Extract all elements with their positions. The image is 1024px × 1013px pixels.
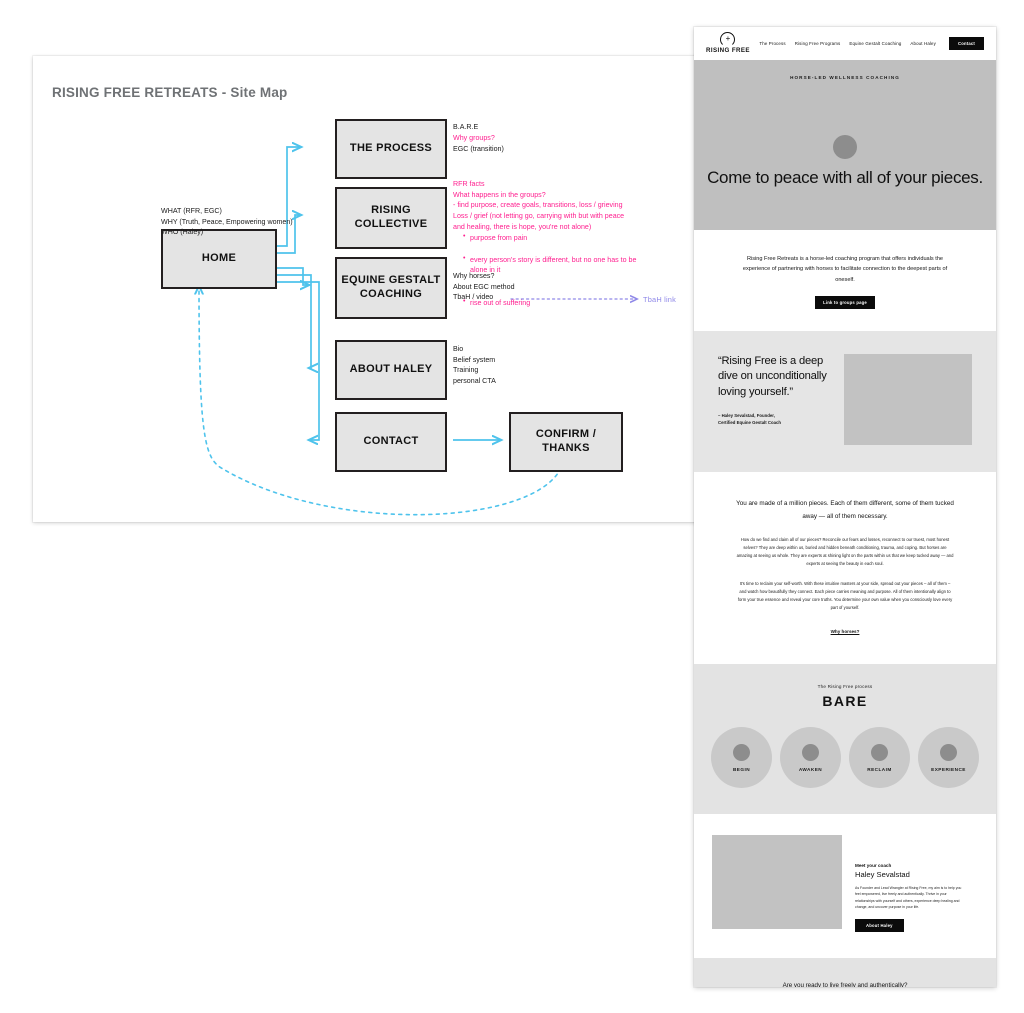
node-label: HOME [201,252,237,265]
process-step-reclaim[interactable]: RECLAIM [849,727,910,789]
process-step-begin[interactable]: BEGIN [711,727,772,789]
sitemap-node-the-process[interactable]: THE PROCESS [335,119,447,179]
step-label: BEGIN [732,766,751,772]
logo-header[interactable]: RISING FREE [706,32,750,54]
website-mockup: RISING FREE The Process Rising Free Prog… [694,27,996,987]
story-paragraph-1: How do we find and claim all of our piec… [736,537,954,566]
step-label: EXPERIENCE [931,766,966,772]
process-section: The Rising Free process BARE BEGIN AWAKE… [694,664,996,815]
node-label: ABOUT HALEY [349,363,433,376]
step-icon [802,743,819,761]
intro-copy: Rising Free Retreats is a horse-led coac… [742,256,948,283]
process-step-experience[interactable]: EXPERIENCE [918,727,979,789]
coach-eyebrow: Meet your coach [855,863,892,869]
quote-section: “Rising Free is a deep dive on unconditi… [694,331,996,473]
hero-placeholder-orb [833,135,857,159]
nav-item-about-haley[interactable]: About Haley [910,41,936,46]
story-paragraph-2: It's time to reclaim your self-worth. Wi… [737,581,953,610]
quote-text: “Rising Free is a deep dive on unconditi… [718,355,827,398]
nav-contact-button[interactable]: Contact [949,37,984,50]
step-icon [733,743,750,761]
primary-nav: The Process Rising Free Programs Equine … [759,37,984,50]
process-title: BARE [822,693,868,710]
intro-section: Rising Free Retreats is a horse-led coac… [694,230,996,332]
coach-copy: As Founder and Lead Wrangler at Rising F… [855,886,962,909]
process-annotation-line3: EGC (transition) [453,145,504,153]
process-annotation-line2: Why groups? [453,134,495,142]
story-section: You are made of a million pieces. Each o… [694,472,996,665]
quote-image-placeholder [844,354,972,446]
story-lede: You are made of a million pieces. Each o… [736,500,954,520]
signup-section: Are you ready to live freely and authent… [694,957,996,987]
nav-item-rising-free-programs[interactable]: Rising Free Programs [795,41,841,46]
hero-headline: Come to peace with all of your pieces. [707,168,983,187]
collective-annotation-bullet-1: purpose from pain [461,232,685,244]
logo-wordmark: RISING FREE [706,47,750,55]
nav-item-equine-gestalt-coaching[interactable]: Equine Gestalt Coaching [849,41,901,46]
sitemap-node-contact[interactable]: CONTACT [335,412,447,472]
coach-image-placeholder [712,835,842,930]
about-haley-button[interactable]: About Haley [855,918,904,932]
nav-item-the-process[interactable]: The Process [759,41,785,46]
signup-title: Are you ready to live freely and authent… [782,981,908,987]
sitemap-node-home[interactable]: HOME [161,229,277,289]
horseshoe-plus-icon [720,32,736,48]
why-horses-link[interactable]: Why horses? [831,629,860,634]
about-annotation: Bio Belief system Training personal CTA [453,345,496,385]
intro-groups-button[interactable]: Link to groups page [815,296,875,310]
process-step-awaken[interactable]: AWAKEN [780,727,841,789]
egc-annotation: Why horses? About EGC method TbaH / vide… [453,272,515,302]
process-eyebrow: The Rising Free process [817,684,873,690]
coach-name: Haley Sevalstad [855,870,910,880]
sitemap-node-about-haley[interactable]: ABOUT HALEY [335,340,447,400]
tbah-link-label[interactable]: TbaH link [643,295,676,304]
sitemap-node-equine-gestalt-coaching[interactable]: EQUINE GESTALT COACHING [335,257,447,319]
node-label: THE PROCESS [349,142,433,155]
step-icon [871,743,888,761]
sitemap-node-rising-collective[interactable]: RISING COLLECTIVE [335,187,447,249]
sitemap-node-confirm-thanks[interactable]: CONFIRM / THANKS [509,412,623,472]
step-label: RECLAIM [867,766,892,772]
site-header: RISING FREE The Process Rising Free Prog… [694,27,996,60]
quote-attribution: – Haley Sevalstad, Founder, Certified Eq… [718,413,782,426]
collective-annotation-head: RFR facts What happens in the groups? - … [453,180,625,231]
node-label: RISING COLLECTIVE [354,204,428,230]
node-label: CONFIRM / THANKS [535,428,597,454]
step-icon [940,743,957,761]
coach-section: Meet your coach Haley Sevalstad As Found… [694,814,996,958]
step-label: AWAKEN [798,766,823,772]
sitemap-canvas: RISING FREE RETREATS - Site Map HOME WHA… [33,56,699,522]
process-steps: BEGIN AWAKEN RECLAIM EXPERIENCE [708,727,982,789]
node-label: CONTACT [363,435,419,448]
process-annotation-line1: B.A.R.E [453,123,479,131]
node-label: EQUINE GESTALT COACHING [341,274,441,300]
hero-eyebrow: HORSE-LED WELLNESS COACHING [790,75,900,80]
hero-section: HORSE-LED WELLNESS COACHING Come to peac… [694,60,996,230]
